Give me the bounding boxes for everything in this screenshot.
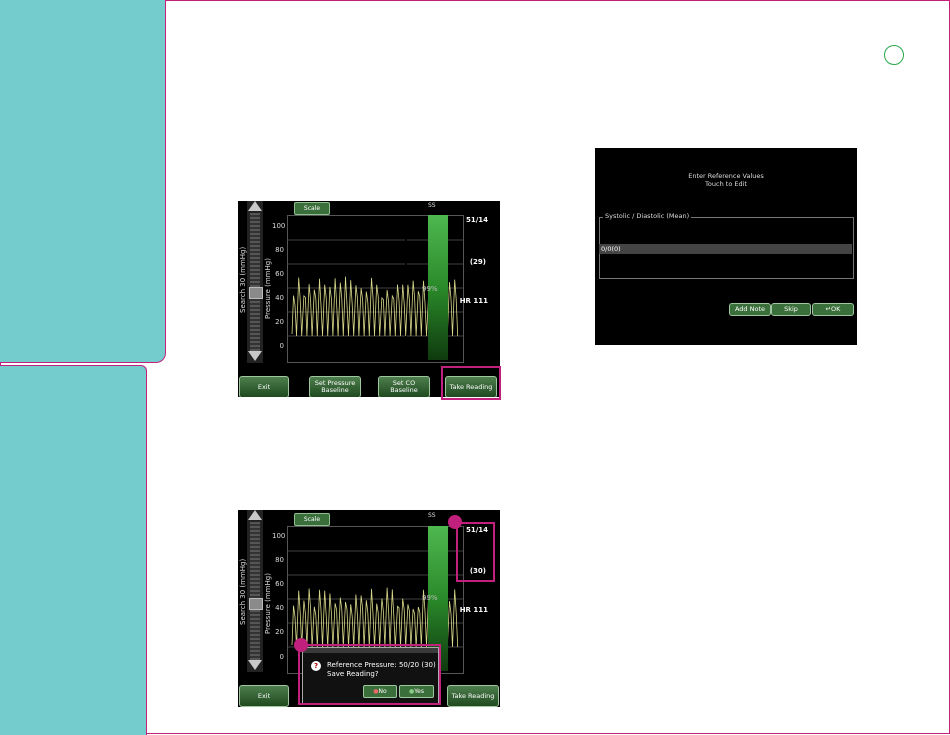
y-tick: 20: [275, 628, 284, 636]
y-tick: 0: [279, 342, 284, 350]
slider-track[interactable]: [250, 213, 260, 351]
pressure-axis-label: Pressure (mmHg): [264, 258, 272, 319]
reference-title-line-1: Enter Reference Values: [688, 172, 764, 180]
ok-button[interactable]: ↵OK: [812, 303, 854, 316]
search-slider[interactable]: [247, 201, 263, 363]
search-slider[interactable]: [247, 510, 263, 672]
signal-percent: 99%: [422, 285, 438, 293]
heart-rate: HR 111: [459, 297, 488, 305]
dialog-highlight: [298, 644, 441, 705]
arrow-down-icon[interactable]: [248, 351, 262, 361]
signal-percent: 99%: [422, 594, 438, 602]
skip-button[interactable]: Skip: [771, 303, 811, 316]
signal-strength-label: SS: [428, 512, 436, 519]
y-tick: 40: [275, 294, 284, 302]
set-pressure-baseline-button[interactable]: Set Pressure Baseline: [309, 376, 361, 397]
slider-track[interactable]: [250, 522, 260, 660]
slider-thumb[interactable]: [249, 287, 263, 299]
slider-thumb[interactable]: [249, 598, 263, 610]
y-tick: 0: [279, 653, 284, 661]
heart-rate: HR 111: [459, 606, 488, 614]
callout-dot: [448, 515, 462, 529]
sidebar-panel-bottom: [0, 365, 147, 735]
exit-button[interactable]: Exit: [239, 685, 289, 707]
ok-button-label: OK: [831, 305, 841, 313]
arrow-up-icon[interactable]: [248, 510, 262, 520]
reading-highlight: [456, 522, 495, 582]
signal-strength-label: SS: [428, 202, 436, 209]
y-tick: 100: [272, 532, 286, 540]
sidebar-panel-top: [0, 0, 166, 363]
reading-systolic-diastolic: 51/14: [465, 216, 488, 224]
y-tick: 40: [275, 604, 284, 612]
y-tick: 100: [272, 222, 286, 230]
reference-value-row[interactable]: 0/0(0): [599, 244, 852, 254]
reference-title-line-2: Touch to Edit: [705, 180, 747, 188]
arrow-down-icon[interactable]: [248, 660, 262, 670]
y-tick: 80: [275, 556, 284, 564]
exit-button[interactable]: Exit: [239, 376, 289, 397]
y-tick: 60: [275, 580, 284, 588]
set-co-baseline-button[interactable]: Set CO Baseline: [378, 376, 430, 397]
add-note-button[interactable]: Add Note: [729, 303, 771, 316]
scale-button[interactable]: Scale: [294, 202, 330, 215]
reference-values-screen: Enter Reference Values Touch to Edit Sys…: [595, 148, 857, 345]
reference-title: Enter Reference Values Touch to Edit: [595, 172, 857, 188]
y-tick: 20: [275, 318, 284, 326]
take-reading-button[interactable]: Take Reading: [447, 685, 499, 707]
search-label: Search 30 (mmHg): [239, 558, 247, 625]
reference-group-label: Systolic / Diastolic (Mean): [603, 212, 692, 220]
y-tick: 60: [275, 270, 284, 278]
y-tick: 80: [275, 246, 284, 254]
callout-dot: [294, 638, 308, 652]
search-label: Search 30 (mmHg): [239, 246, 247, 313]
page-marker-circle-icon: [884, 45, 904, 65]
pressure-axis-label: Pressure (mmHg): [264, 573, 272, 634]
take-reading-highlight: [441, 366, 501, 400]
scale-button[interactable]: Scale: [294, 513, 330, 526]
reading-mean: (29): [469, 258, 486, 266]
arrow-up-icon[interactable]: [248, 201, 262, 211]
